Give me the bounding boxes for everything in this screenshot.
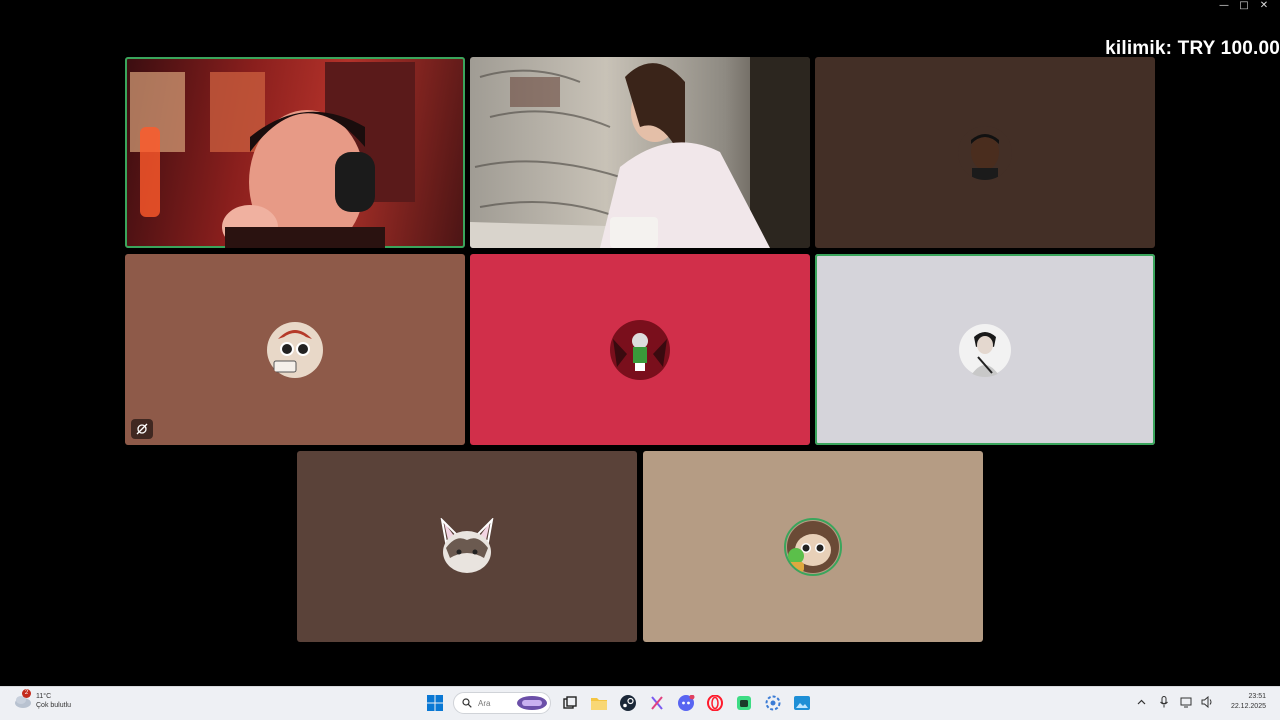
windows-taskbar: 2 11°C Çok bulutlu Ara 23:51 22.12.2025 xyxy=(0,686,1280,720)
settings-gear-icon[interactable] xyxy=(762,692,783,714)
discord-call-stage: — □ ✕ kilimik: TRY 100.00 2 11°C Çok bul… xyxy=(0,0,1280,720)
video-tile-user-8[interactable] xyxy=(643,451,983,642)
android-icon[interactable] xyxy=(733,692,754,714)
avatar-user-4 xyxy=(266,321,324,379)
avatar-user-3 xyxy=(958,125,1012,180)
network-icon[interactable] xyxy=(1179,695,1193,709)
start-icon[interactable] xyxy=(424,692,445,714)
close-icon[interactable]: ✕ xyxy=(1254,0,1274,14)
steam-icon[interactable] xyxy=(617,692,638,714)
camera-off-icon xyxy=(131,419,153,439)
taskbar-clock[interactable]: 23:51 22.12.2025 xyxy=(1231,692,1266,712)
minimize-icon[interactable]: — xyxy=(1214,0,1234,14)
notification-badge: 2 xyxy=(22,689,31,698)
volume-icon[interactable] xyxy=(1201,695,1215,709)
weather-temp: 11°C xyxy=(36,693,52,700)
window-controls: — □ ✕ xyxy=(1214,0,1274,14)
task-view-icon[interactable] xyxy=(559,692,580,714)
clock-time: 23:51 xyxy=(1248,693,1266,700)
file-explorer-icon[interactable] xyxy=(588,692,609,714)
weather-text: 11°C Çok bulutlu xyxy=(36,692,71,710)
video-tile-user-5[interactable] xyxy=(470,254,810,445)
maximize-icon[interactable]: □ xyxy=(1234,0,1254,14)
weather-condition: Çok bulutlu xyxy=(36,702,72,709)
camera-feed-user-1 xyxy=(130,62,415,248)
video-tile-user-2[interactable] xyxy=(470,57,810,248)
opera-icon[interactable] xyxy=(704,692,725,714)
search-highlight-icon xyxy=(517,696,547,710)
video-tile-user-3[interactable] xyxy=(815,57,1155,248)
video-tile-user-7[interactable] xyxy=(297,451,637,642)
video-tile-user-4[interactable] xyxy=(125,254,465,445)
camera-feed-user-2 xyxy=(470,57,810,248)
snipping-tool-icon[interactable] xyxy=(646,692,667,714)
search-placeholder: Ara xyxy=(478,698,491,708)
chevron-up-icon[interactable] xyxy=(1135,695,1149,709)
clock-date: 22.12.2025 xyxy=(1230,703,1266,710)
avatar-user-5 xyxy=(609,319,671,381)
video-tile-user-6[interactable] xyxy=(815,254,1155,445)
avatar-user-7 xyxy=(436,517,498,576)
system-tray: 23:51 22.12.2025 xyxy=(1135,692,1266,712)
weather-widget[interactable]: 2 11°C Çok bulutlu xyxy=(14,689,71,710)
video-tile-user-1[interactable] xyxy=(125,57,465,248)
cloud-icon: 2 xyxy=(14,689,32,709)
avatar-user-6 xyxy=(958,323,1012,377)
discord-icon[interactable] xyxy=(675,692,696,714)
taskbar-apps: Ara xyxy=(424,692,812,714)
microphone-icon[interactable] xyxy=(1157,695,1171,709)
photos-icon[interactable] xyxy=(791,692,812,714)
avatar-user-8 xyxy=(784,517,842,576)
taskbar-search[interactable]: Ara xyxy=(453,692,551,714)
search-icon xyxy=(462,698,472,708)
